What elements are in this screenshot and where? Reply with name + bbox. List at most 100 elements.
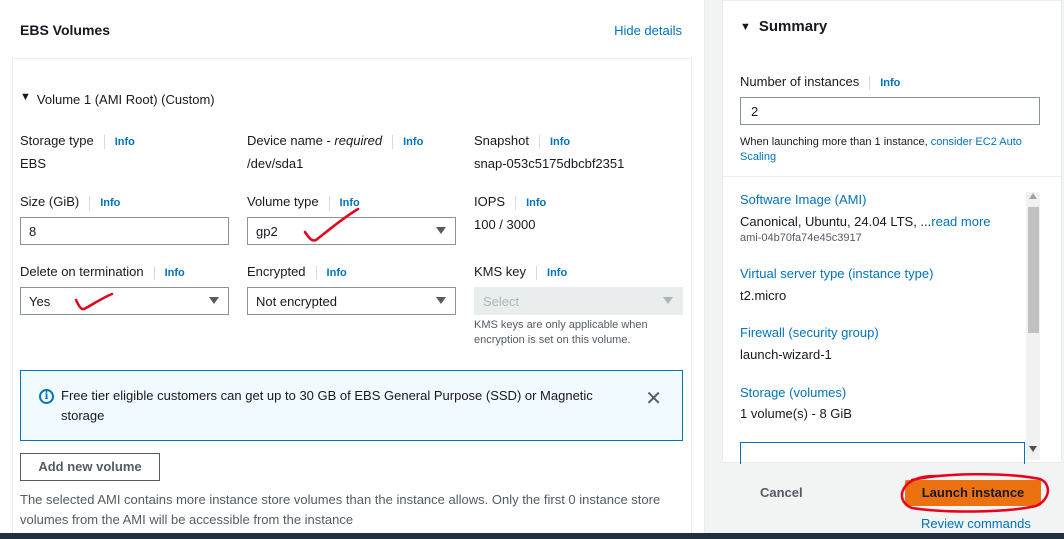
encrypted-info-link[interactable]: Info xyxy=(327,267,347,279)
instance-type-value: t2.micro xyxy=(740,288,787,303)
divider xyxy=(392,134,394,149)
ebs-volumes-panel: EBS Volumes Hide details ▼ Volume 1 (AMI … xyxy=(0,0,705,539)
kms-key-select: Select xyxy=(474,287,683,315)
delete-on-termination-label-row: Delete on termination Info xyxy=(20,264,185,280)
summary-header[interactable]: ▼ Summary xyxy=(740,18,827,35)
caret-down-icon xyxy=(436,297,446,304)
divider xyxy=(536,265,538,280)
snapshot-info-link[interactable]: Info xyxy=(550,136,570,148)
divider xyxy=(315,265,317,280)
divider xyxy=(723,176,1062,177)
size-label: Size (GiB) xyxy=(20,194,80,209)
divider xyxy=(869,75,871,90)
number-of-instances-label: Number of instances xyxy=(740,74,860,89)
size-label-row: Size (GiB) Info xyxy=(20,194,120,210)
required-marker: required xyxy=(334,133,383,148)
storage-link[interactable]: Storage (volumes) xyxy=(740,385,846,400)
volume-type-label: Volume type xyxy=(247,194,319,209)
kms-key-placeholder: Select xyxy=(483,294,520,309)
ami-id: ami-04b70fa74e45c3917 xyxy=(740,232,862,244)
size-input-value: 8 xyxy=(29,224,37,239)
kms-key-info-link[interactable]: Info xyxy=(547,267,567,279)
number-of-instances-label-row: Number of instances Info xyxy=(740,74,900,90)
software-image-link[interactable]: Software Image (AMI) xyxy=(740,192,866,207)
volume-1-title: Volume 1 (AMI Root) (Custom) xyxy=(36,92,215,107)
scroll-down-icon[interactable] xyxy=(1029,446,1037,452)
summary-partial-box xyxy=(740,442,1025,464)
firewall-link[interactable]: Firewall (security group) xyxy=(740,325,879,340)
caret-down-icon xyxy=(663,297,673,304)
storage-type-value: EBS xyxy=(20,156,47,171)
kms-key-label-row: KMS key Info xyxy=(474,264,567,280)
iops-label-row: IOPS Info xyxy=(474,194,546,210)
divider xyxy=(103,134,105,149)
caret-down-icon: ▼ xyxy=(740,21,751,33)
read-more-link[interactable]: read more xyxy=(931,214,990,229)
caret-down-icon xyxy=(209,297,219,304)
snapshot-label: Snapshot xyxy=(474,133,529,148)
software-image-text: Canonical, Ubuntu, 24.04 LTS, ... xyxy=(740,214,932,229)
iops-value: 100 / 3000 xyxy=(474,217,536,232)
instance-store-warning: The selected AMI contains more instance … xyxy=(20,492,661,527)
scrollbar-thumb[interactable] xyxy=(1028,207,1039,333)
volume-type-value: gp2 xyxy=(256,224,278,239)
number-of-instances-input[interactable]: 2 xyxy=(740,97,1040,125)
caret-down-icon xyxy=(436,227,446,234)
storage-type-label: Storage type xyxy=(20,133,94,148)
auto-scaling-note: When launching more than 1 instance, con… xyxy=(740,135,1030,165)
summary-title: Summary xyxy=(758,18,828,35)
volume-type-select[interactable]: gp2 xyxy=(247,217,456,245)
device-name-label: Device name - xyxy=(247,133,335,148)
divider xyxy=(153,265,155,280)
number-of-instances-info-link[interactable]: Info xyxy=(880,77,900,89)
free-tier-alert-text: Free tier eligible customers can get up … xyxy=(61,388,593,423)
info-icon: i xyxy=(39,389,54,404)
volume-type-info-link[interactable]: Info xyxy=(340,197,360,209)
iops-info-link[interactable]: Info xyxy=(526,197,546,209)
divider xyxy=(328,195,330,210)
size-input[interactable]: 8 xyxy=(20,217,229,245)
snapshot-value: snap-053c5175dbcbf2351 xyxy=(474,156,625,171)
launch-instance-button[interactable]: Launch instance xyxy=(905,480,1041,506)
launch-instance-page: EBS Volumes Hide details ▼ Volume 1 (AMI … xyxy=(0,0,1064,539)
scroll-up-icon[interactable] xyxy=(1029,193,1037,199)
review-commands-link[interactable]: Review commands xyxy=(921,516,1031,531)
delete-on-termination-label: Delete on termination xyxy=(20,264,144,279)
delete-on-termination-value: Yes xyxy=(29,294,51,309)
software-image-value: Canonical, Ubuntu, 24.04 LTS, ...read mo… xyxy=(740,214,991,229)
storage-type-label-row: Storage type Info xyxy=(20,133,135,149)
size-info-link[interactable]: Info xyxy=(100,197,120,209)
delete-on-termination-select[interactable]: Yes xyxy=(20,287,229,315)
kms-key-label: KMS key xyxy=(474,264,527,279)
number-of-instances-value: 2 xyxy=(751,104,759,119)
encrypted-select[interactable]: Not encrypted xyxy=(247,287,456,315)
add-new-volume-button[interactable]: Add new volume xyxy=(20,453,160,481)
storage-value: 1 volume(s) - 8 GiB xyxy=(740,406,852,421)
iops-label: IOPS xyxy=(474,194,506,209)
bottom-bar xyxy=(0,533,1064,539)
auto-scaling-note-text: When launching more than 1 instance, xyxy=(740,136,931,148)
volume-type-label-row: Volume type Info xyxy=(247,194,360,210)
kms-key-note: KMS keys are only applicable when encryp… xyxy=(474,319,648,346)
firewall-value: launch-wizard-1 xyxy=(740,347,832,362)
encrypted-value: Not encrypted xyxy=(256,294,337,309)
free-tier-alert: i Free tier eligible customers can get u… xyxy=(20,370,683,441)
caret-down-icon: ▼ xyxy=(20,91,31,103)
ebs-volumes-title: EBS Volumes xyxy=(20,22,110,38)
divider xyxy=(515,195,517,210)
instance-type-link[interactable]: Virtual server type (instance type) xyxy=(740,266,933,281)
encrypted-label-row: Encrypted Info xyxy=(247,264,347,280)
divider xyxy=(538,134,540,149)
divider xyxy=(89,195,91,210)
device-name-label-row: Device name - required Info xyxy=(247,133,423,149)
close-icon[interactable]: ✕ xyxy=(645,386,662,411)
device-name-value: /dev/sda1 xyxy=(247,156,304,171)
volume-1-header[interactable]: ▼ Volume 1 (AMI Root) (Custom) xyxy=(20,91,215,107)
encrypted-label: Encrypted xyxy=(247,264,306,279)
snapshot-label-row: Snapshot Info xyxy=(474,133,570,149)
hide-details-link[interactable]: Hide details xyxy=(614,23,682,38)
storage-type-info-link[interactable]: Info xyxy=(115,136,135,148)
delete-on-termination-info-link[interactable]: Info xyxy=(165,267,185,279)
cancel-button[interactable]: Cancel xyxy=(760,485,803,500)
device-name-info-link[interactable]: Info xyxy=(403,136,423,148)
